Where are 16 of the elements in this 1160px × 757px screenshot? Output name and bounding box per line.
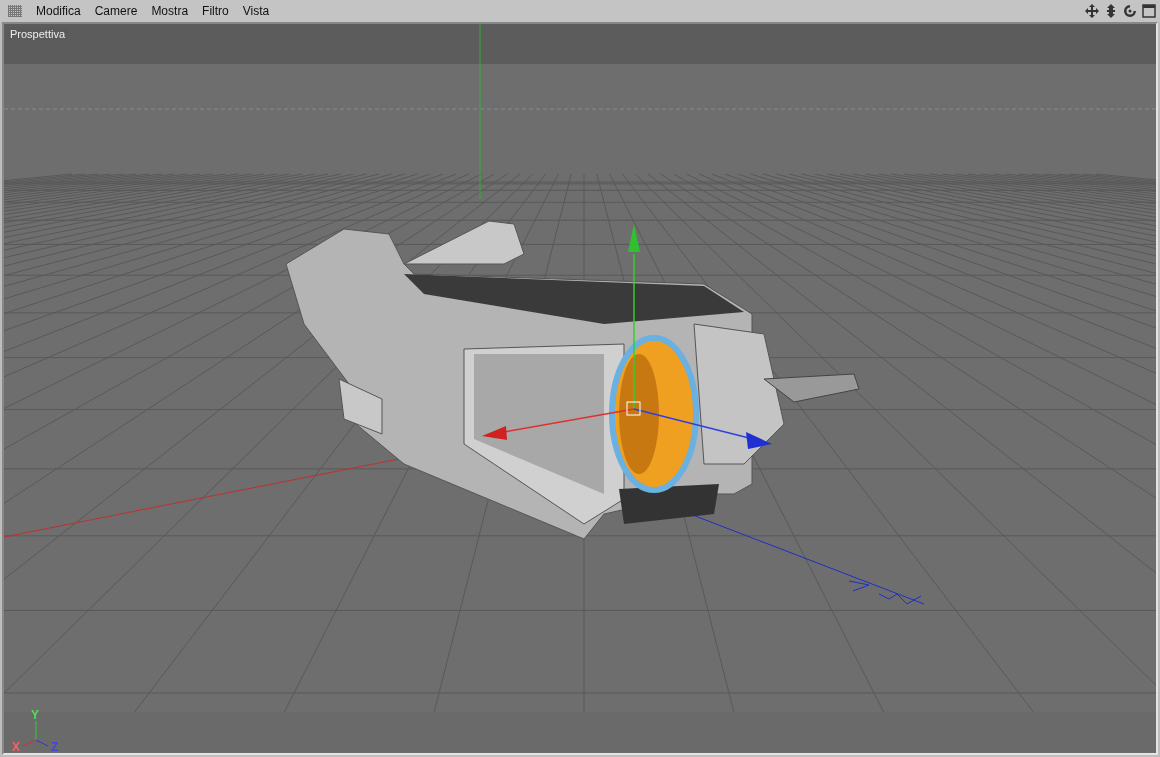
maximize-icon[interactable]: [1142, 4, 1156, 18]
rotate-icon[interactable]: [1123, 4, 1137, 18]
menu-item[interactable]: Camere: [88, 4, 144, 18]
move-icon[interactable]: [1085, 4, 1099, 18]
y-axis-label: Y: [31, 708, 39, 722]
axis-indicator: [21, 720, 49, 747]
grip-icon[interactable]: [8, 5, 22, 17]
menu-item[interactable]: Modifica: [30, 4, 87, 18]
z-axis-label: Z: [51, 740, 59, 752]
viewport[interactable]: Prospettiva Y X Z: [2, 22, 1158, 755]
menu-item[interactable]: Mostra: [145, 4, 195, 18]
menu-item[interactable]: Vista: [236, 4, 276, 18]
menu-item[interactable]: Filtro: [196, 4, 235, 18]
view-label: Prospettiva: [7, 27, 69, 41]
x-axis-label: X: [12, 740, 20, 752]
zoom-arrows-icon[interactable]: [1104, 4, 1118, 18]
